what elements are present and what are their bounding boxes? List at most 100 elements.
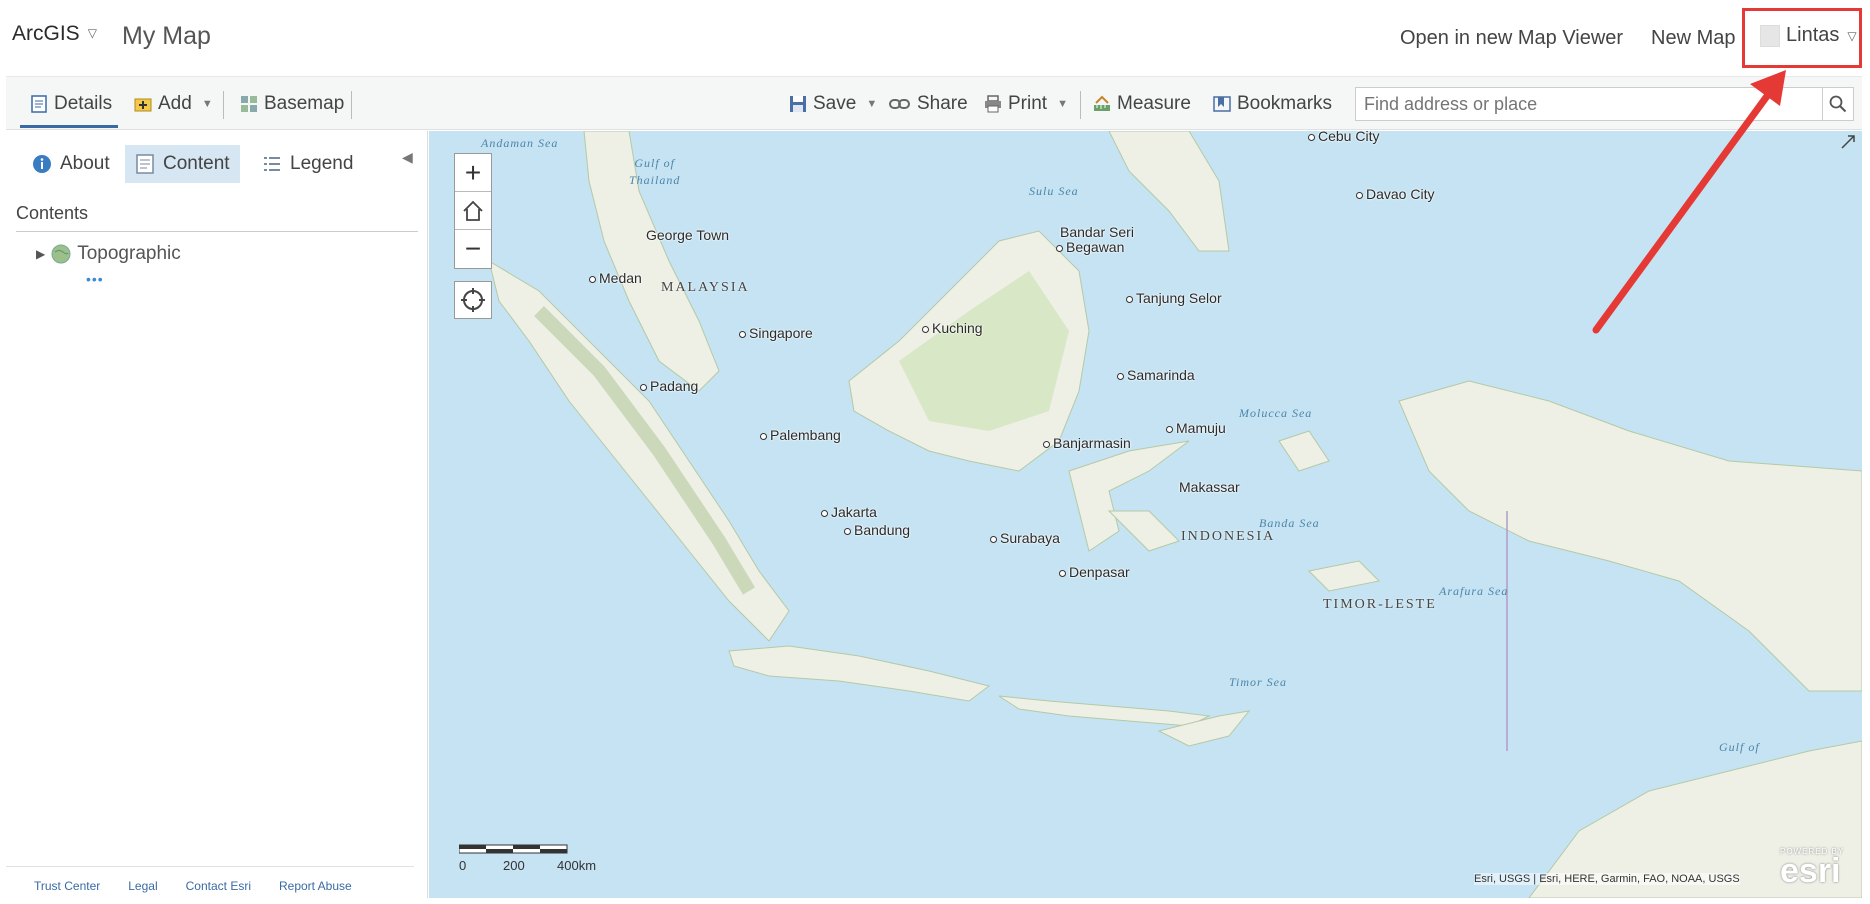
scale-tick: 0 (459, 858, 467, 873)
locate-button[interactable] (454, 281, 492, 319)
info-icon (33, 155, 51, 173)
highlight-box (1742, 8, 1862, 68)
scale-bar: 0 200 400km (458, 843, 599, 874)
search-icon (1829, 95, 1847, 113)
top-header: ArcGIS ▽ My Map Open in new Map Viewer Ne… (0, 0, 1870, 76)
tab-content[interactable]: Content (125, 145, 240, 183)
city-label: Banjarmasin (1043, 435, 1131, 451)
crosshair-icon (461, 288, 485, 312)
sea-label: Andaman Sea (481, 136, 559, 150)
bookmark-icon (1213, 96, 1231, 112)
save-button[interactable]: Save ▼ (789, 93, 877, 115)
report-abuse-link[interactable]: Report Abuse (279, 879, 352, 898)
tab-content-label: Content (163, 153, 230, 174)
city-label: Jakarta (821, 504, 877, 520)
city-label: Makassar (1179, 479, 1240, 495)
brand-label: ArcGIS (12, 22, 80, 45)
city-label: Bandung (844, 522, 910, 538)
divider (351, 91, 352, 119)
sea-label: Arafura Sea (1439, 584, 1509, 598)
tab-legend-label: Legend (290, 153, 354, 174)
city-label: Padang (640, 378, 698, 394)
city-label: Singapore (739, 325, 813, 341)
open-new-map-viewer-link[interactable]: Open in new Map Viewer (1400, 27, 1623, 50)
search-button[interactable] (1822, 87, 1854, 121)
tab-about-label: About (60, 153, 110, 174)
trust-center-link[interactable]: Trust Center (34, 879, 100, 898)
details-panel: About Content Legend ◀ Contents ▶ Topogr… (6, 131, 434, 898)
share-button[interactable]: Share (889, 93, 968, 115)
collapse-panel-icon[interactable]: ◀ (402, 149, 413, 166)
save-icon (790, 96, 806, 112)
map-view[interactable]: Andaman Sea Gulf of Thailand Sulu Sea Mol… (429, 131, 1862, 898)
map-attribution: Esri, USGS | Esri, HERE, Garmin, FAO, NO… (1474, 873, 1740, 885)
contents-heading: Contents (16, 203, 89, 223)
details-button[interactable]: Details (30, 93, 112, 115)
measure-button[interactable]: Measure (1093, 93, 1191, 115)
bookmarks-button[interactable]: Bookmarks (1213, 93, 1332, 115)
sea-label: Timor Sea (1229, 675, 1288, 689)
basemap-grid-icon (241, 96, 257, 112)
expand-icon[interactable] (1840, 134, 1856, 150)
basemap-label: Basemap (264, 93, 345, 114)
divider (1080, 91, 1081, 119)
layer-name: Topographic (77, 243, 181, 264)
tab-about[interactable]: About (22, 145, 120, 183)
sea-label: Sulu Sea (1029, 184, 1079, 198)
footer-links: Trust Center Legal Contact Esri Report A… (6, 866, 414, 898)
globe-icon (51, 244, 71, 264)
measure-label: Measure (1117, 93, 1191, 114)
share-label: Share (917, 93, 968, 114)
logo-esri: esri (1780, 852, 1841, 890)
search-input[interactable] (1355, 87, 1825, 121)
divider (16, 231, 418, 232)
add-button[interactable]: Add ▼ (134, 93, 213, 115)
country-label: MALAYSIA (661, 280, 750, 295)
map-title: My Map (122, 22, 211, 50)
home-button[interactable] (455, 192, 491, 230)
city-label: George Town (646, 227, 730, 243)
more-options-icon[interactable]: ••• (86, 271, 104, 287)
link-icon (889, 99, 910, 109)
city-label: Begawan (1056, 239, 1124, 255)
city-label: Bandar Seri (1060, 224, 1134, 240)
print-button[interactable]: Print ▼ (984, 93, 1068, 115)
content-icon (136, 154, 154, 174)
city-label: Denpasar (1059, 564, 1130, 580)
tab-legend[interactable]: Legend (252, 145, 363, 183)
city-label: Samarinda (1117, 367, 1195, 383)
chevron-down-icon: ▼ (201, 98, 213, 110)
zoom-controls: + − (454, 153, 492, 269)
scale-bar-graphic (458, 844, 568, 854)
new-map-link[interactable]: New Map (1651, 27, 1735, 50)
chevron-down-icon: ▼ (866, 98, 878, 110)
home-icon (463, 200, 483, 221)
zoom-out-button[interactable]: − (455, 230, 491, 268)
scale-tick: 200 (503, 858, 525, 873)
city-label: Medan (589, 270, 642, 286)
arcgis-menu[interactable]: ArcGIS ▽ (12, 22, 97, 46)
zoom-in-button[interactable]: + (455, 154, 491, 192)
layer-item-topographic[interactable]: ▶ Topographic (36, 243, 181, 265)
city-label: Kuching (922, 320, 983, 336)
legal-link[interactable]: Legal (128, 879, 157, 898)
sea-label: Molucca Sea (1239, 406, 1313, 420)
chevron-down-icon: ▽ (87, 26, 97, 40)
chevron-down-icon: ▼ (1057, 98, 1068, 110)
toolbar: Details Add ▼ Basemap Save ▼ Share Print ▼ … (6, 76, 1862, 130)
city-label: Palembang (760, 427, 841, 443)
contact-esri-link[interactable]: Contact Esri (186, 879, 251, 898)
city-label: Tanjung Selor (1126, 290, 1222, 306)
details-label: Details (54, 93, 113, 114)
expand-triangle-icon[interactable]: ▶ (36, 247, 45, 261)
sea-label: Gulf of (1719, 740, 1760, 754)
sea-label: Gulf of Thailand (629, 156, 681, 187)
city-label: Davao City (1356, 186, 1434, 202)
save-label: Save (813, 93, 857, 114)
bookmarks-label: Bookmarks (1237, 93, 1333, 114)
basemap-button[interactable]: Basemap (240, 93, 344, 115)
esri-logo: POWERED BY esri (1780, 847, 1844, 890)
basemap-topographic (429, 131, 1862, 898)
printer-icon (985, 95, 1001, 113)
print-label: Print (1008, 93, 1048, 114)
